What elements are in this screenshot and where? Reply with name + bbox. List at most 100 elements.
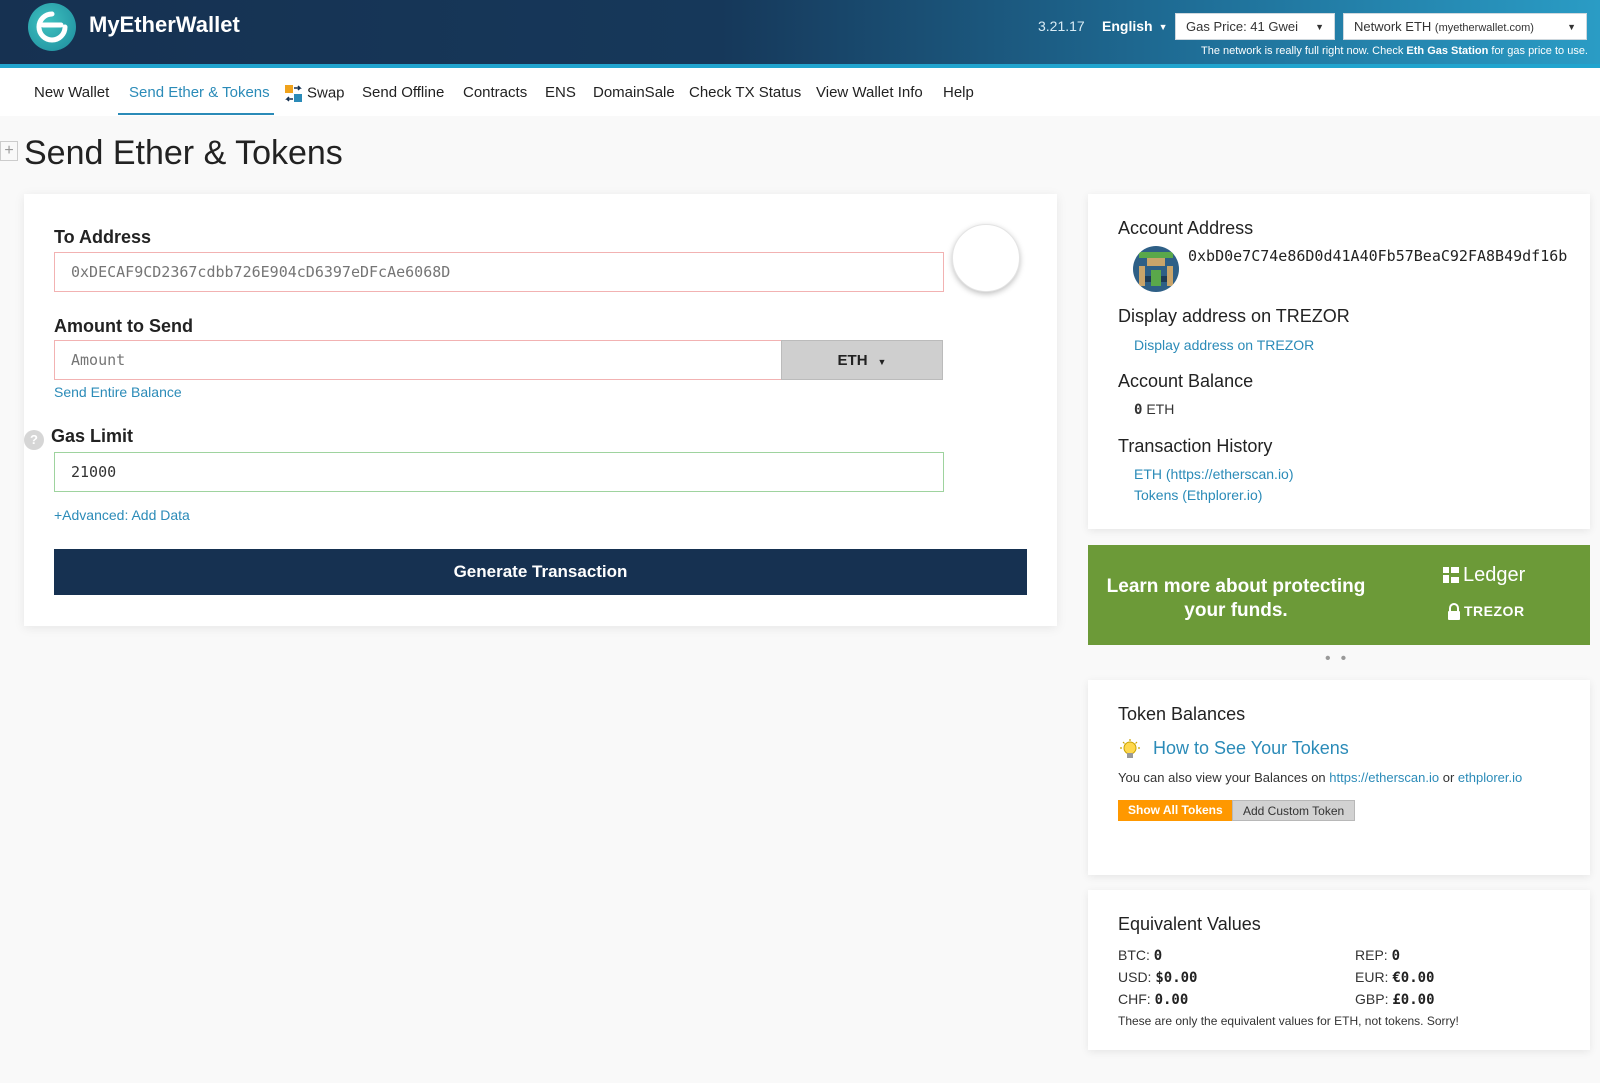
show-all-tokens-button[interactable]: Show All Tokens <box>1118 800 1233 821</box>
tab-swap[interactable]: Swap <box>284 84 345 103</box>
token-balances-card: Token Balances How to See Your Tokens Yo… <box>1088 680 1590 875</box>
equiv-value: 0 <box>1391 948 1401 964</box>
language-label: English <box>1102 18 1153 34</box>
equiv-label: GBP: <box>1355 991 1389 1007</box>
chevron-down-icon: ▼ <box>1158 22 1168 33</box>
add-custom-token-button[interactable]: Add Custom Token <box>1232 800 1356 821</box>
network-host: (myetherwallet.com) <box>1434 22 1534 34</box>
active-tab-underline <box>118 113 274 115</box>
eth-gas-station-link[interactable]: Eth Gas Station <box>1406 45 1488 57</box>
notice-text-end: for gas price to use. <box>1488 45 1588 57</box>
tab-swap-label: Swap <box>307 84 345 102</box>
to-address-label: To Address <box>54 227 152 247</box>
network-notice: The network is really full right now. Ch… <box>1201 45 1588 57</box>
network-dropdown[interactable]: Network ETH (myetherwallet.com) ▼ <box>1343 13 1587 40</box>
tab-new-wallet[interactable]: New Wallet <box>34 84 109 101</box>
gas-limit-input[interactable] <box>54 452 944 492</box>
unit-dropdown[interactable]: ETH ▼ <box>781 340 943 380</box>
help-icon[interactable]: ? <box>24 430 44 450</box>
tab-ens[interactable]: ENS <box>545 84 576 101</box>
token-balances-heading: Token Balances <box>1118 704 1246 724</box>
chevron-down-icon: ▼ <box>1567 22 1576 32</box>
gas-price-label: Gas Price: 41 Gwei <box>1186 19 1298 34</box>
equiv-label: USD: <box>1118 969 1152 985</box>
equiv-gbp: GBP: £0.00 <box>1355 991 1435 1008</box>
brand-name[interactable]: MyEtherWallet <box>89 12 240 38</box>
network-label: Network ETH <box>1354 19 1432 34</box>
lightbulb-icon <box>1120 739 1140 761</box>
hardware-wallet-banner[interactable]: Learn more about protecting your funds. … <box>1088 545 1590 645</box>
equivalent-values-card: Equivalent Values BTC: 0 REP: 0 USD: $0.… <box>1088 890 1590 1050</box>
equiv-value: €0.00 <box>1392 970 1435 986</box>
banner-text: Learn more about protecting your funds. <box>1106 576 1366 621</box>
equiv-eur: EUR: €0.00 <box>1355 969 1435 986</box>
gas-limit-label: Gas Limit <box>51 426 134 446</box>
equiv-value: £0.00 <box>1392 992 1435 1008</box>
equiv-btc: BTC: 0 <box>1118 947 1162 964</box>
how-to-see-tokens-link[interactable]: How to See Your Tokens <box>1153 738 1349 759</box>
to-address-input[interactable] <box>54 252 944 292</box>
account-address-heading: Account Address <box>1118 218 1254 238</box>
amount-label: Amount to Send <box>54 316 193 336</box>
ethplorer-link[interactable]: ethplorer.io <box>1458 770 1522 785</box>
equiv-value: 0 <box>1153 948 1163 964</box>
equiv-label: EUR: <box>1355 969 1389 985</box>
tab-send-offline[interactable]: Send Offline <box>362 84 444 101</box>
equiv-label: REP: <box>1355 947 1388 963</box>
ledger-logo: Ledger <box>1443 564 1525 587</box>
lock-icon <box>1448 603 1460 621</box>
account-card: Account Address 0xbD0e7C74e86D0d41A40Fb5… <box>1088 194 1590 529</box>
identicon-icon <box>1133 246 1179 292</box>
equiv-rep: REP: 0 <box>1355 947 1400 964</box>
language-dropdown[interactable]: English ▼ <box>1102 18 1167 34</box>
tokens-desc-or: or <box>1439 770 1458 785</box>
ledger-label: Ledger <box>1463 564 1526 586</box>
equivalent-values-heading: Equivalent Values <box>1118 914 1261 934</box>
display-on-trezor-heading: Display address on TREZOR <box>1118 306 1350 326</box>
identicon-placeholder <box>952 224 1020 292</box>
chevron-down-icon: ▼ <box>877 357 887 367</box>
top-header: MyEtherWallet 3.21.17 English ▼ Gas Price… <box>0 0 1600 64</box>
transaction-history-heading: Transaction History <box>1118 436 1273 456</box>
tokens-description: You can also view your Balances on https… <box>1118 770 1522 785</box>
swap-icon <box>284 84 303 103</box>
myetherwallet-logo-icon[interactable] <box>28 3 76 51</box>
account-balance-value: 0 ETH <box>1134 401 1174 418</box>
history-tokens-link[interactable]: Tokens (Ethplorer.io) <box>1134 487 1262 503</box>
carousel-dots[interactable]: •• <box>1325 650 1356 668</box>
send-entire-balance-link[interactable]: Send Entire Balance <box>54 384 182 400</box>
tab-send-ether-tokens[interactable]: Send Ether & Tokens <box>129 84 270 101</box>
send-form-panel: To Address Amount to Send ETH ▼ Send Enti… <box>24 194 1057 626</box>
advanced-add-data-link[interactable]: +Advanced: Add Data <box>54 507 190 523</box>
tab-check-tx-status[interactable]: Check TX Status <box>689 84 801 101</box>
balance-unit: ETH <box>1146 401 1175 417</box>
tab-view-wallet-info[interactable]: View Wallet Info <box>816 84 923 101</box>
equiv-label: CHF: <box>1118 991 1151 1007</box>
generate-transaction-button[interactable]: Generate Transaction <box>54 549 1027 595</box>
account-address-value: 0xbD0e7C74e86D0d41A40Fb57BeaC92FA8B49df1… <box>1188 247 1568 265</box>
amount-input[interactable] <box>54 340 782 380</box>
unit-label: ETH <box>837 352 868 369</box>
main-nav: New Wallet Send Ether & Tokens Swap Send… <box>0 68 1600 116</box>
equiv-label: BTC: <box>1118 947 1150 963</box>
page-title: Send Ether & Tokens <box>24 134 343 172</box>
notice-text: The network is really full right now. Ch… <box>1201 45 1407 57</box>
history-eth-link[interactable]: ETH (https://etherscan.io) <box>1134 466 1294 482</box>
equiv-chf: CHF: 0.00 <box>1118 991 1188 1008</box>
expand-toggle[interactable]: + <box>0 141 18 161</box>
tab-contracts[interactable]: Contracts <box>463 84 527 101</box>
tokens-desc-text: You can also view your Balances on <box>1118 770 1330 785</box>
equiv-usd: USD: $0.00 <box>1118 969 1198 986</box>
trezor-label: TREZOR <box>1464 603 1525 619</box>
etherscan-link[interactable]: https://etherscan.io <box>1329 770 1439 785</box>
version-label: 3.21.17 <box>1038 18 1085 34</box>
equiv-value: 0.00 <box>1154 992 1189 1008</box>
balance-amount: 0 <box>1134 402 1143 418</box>
account-balance-heading: Account Balance <box>1118 371 1254 391</box>
tab-domainsale[interactable]: DomainSale <box>593 84 675 101</box>
tab-help[interactable]: Help <box>943 84 974 101</box>
gas-price-dropdown[interactable]: Gas Price: 41 Gwei ▼ <box>1175 13 1335 40</box>
display-on-trezor-link[interactable]: Display address on TREZOR <box>1134 337 1314 353</box>
equiv-value: $0.00 <box>1155 970 1198 986</box>
trezor-logo: TREZOR <box>1447 603 1525 621</box>
